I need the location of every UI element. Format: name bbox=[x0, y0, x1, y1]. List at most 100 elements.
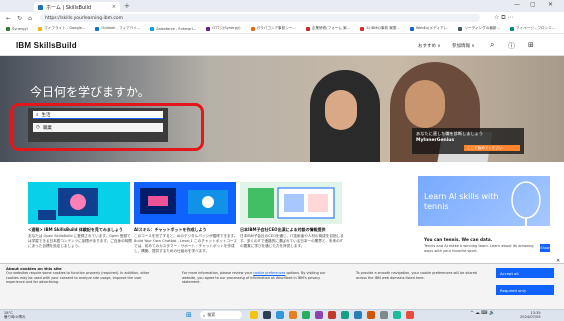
bookmark-favicon-icon bbox=[305, 26, 310, 31]
card-body-ceo-talk: 日本IBM子会社のCEOを通じ、IT技術者や人材の育成を目指します。多くのITで… bbox=[240, 234, 344, 248]
bookmark-label: Synergy! bbox=[12, 26, 29, 31]
bookmark-favicon-icon bbox=[509, 26, 514, 31]
bookmark-item[interactable]: Outlook - フィアバイ... bbox=[95, 26, 140, 31]
hero-photo-face-back bbox=[325, 90, 357, 130]
card-body-news: あなたは Open SkillsBuild に登録されています。Open 登録で… bbox=[28, 234, 132, 248]
bookmark-item[interactable]: OTTジ(Synergy) bbox=[206, 26, 241, 31]
header-link-recommend[interactable]: おすすめ ∨ bbox=[418, 43, 441, 49]
ceo-talk-illustration-icon bbox=[240, 182, 342, 224]
cookie-text-pre: For more information, please review your bbox=[182, 271, 253, 275]
help-icon[interactable]: ⓘ bbox=[508, 41, 515, 51]
reload-icon[interactable]: ↻ bbox=[17, 15, 22, 22]
close-icon[interactable]: ✕ bbox=[556, 258, 560, 264]
grid-icon[interactable]: ⊞ bbox=[528, 41, 534, 49]
card-image-ceo-talk[interactable] bbox=[240, 182, 342, 224]
bookmarks-bar: Synergy! マイフライト - Google... Outlook - フィアバ… bbox=[0, 24, 564, 34]
bookmark-item[interactable]: リーディングの最新... bbox=[458, 26, 500, 31]
bookmark-label: Outlook - フィアバイ... bbox=[101, 26, 141, 30]
site-logo[interactable]: IBM SkillsBuild bbox=[16, 41, 77, 50]
required-only-button[interactable]: Required only bbox=[496, 285, 554, 295]
taskbar-app-icon[interactable] bbox=[302, 311, 310, 319]
accept-all-button[interactable]: Accept all bbox=[496, 268, 554, 278]
bookmark-label: ガラパゴシア事前シー... bbox=[256, 26, 296, 30]
chatbot-illustration-icon bbox=[134, 182, 236, 224]
taskbar-search[interactable]: ⌕ 検索 bbox=[200, 311, 242, 319]
search-icon: ⌕ bbox=[203, 312, 206, 318]
card-title-news[interactable]: <速報> IBM SkillsBuild 体験記を見てみましょう bbox=[28, 227, 132, 233]
bookmark-item[interactable]: ①(IBMの事前 案更... bbox=[360, 26, 400, 31]
browser-tab[interactable]: ホーム | SkillsBuild × bbox=[34, 2, 120, 12]
bookmark-favicon-icon bbox=[250, 26, 255, 31]
home-icon[interactable]: ⌂ bbox=[28, 15, 32, 22]
cookie-preferences-link[interactable]: cookie preferences bbox=[253, 271, 285, 275]
minimize-icon[interactable]: — bbox=[514, 1, 520, 8]
header-link-participation[interactable]: 参加情報 ∨ bbox=[452, 43, 475, 49]
url-text: https://skills.yourlearning.ibm.com bbox=[45, 15, 124, 21]
card-title-ceo-talk[interactable]: 日本IBM子会社CEO出演による対談の情報提供 bbox=[240, 227, 344, 233]
taskbar-app-icon[interactable] bbox=[328, 311, 336, 319]
site-header bbox=[0, 36, 564, 56]
bookmark-label: マイページ - フロンエ... bbox=[515, 26, 556, 30]
windows-start-icon[interactable]: ⊞ bbox=[186, 311, 192, 319]
taskbar-app-icon[interactable] bbox=[263, 311, 271, 319]
maximize-icon[interactable]: ▢ bbox=[530, 1, 536, 8]
search-highlight-annotation bbox=[10, 103, 204, 151]
bookmark-item[interactable]: Synergy! bbox=[6, 26, 29, 31]
close-icon[interactable]: ✕ bbox=[548, 1, 553, 8]
bookmark-label: 企業研修(フォーム 案... bbox=[311, 26, 351, 30]
hero-title: 今日何を学びますか。 bbox=[30, 85, 150, 99]
bookmark-favicon-icon bbox=[458, 26, 463, 31]
bookmark-item[interactable]: Salesforce - Enterpri... bbox=[150, 26, 197, 31]
taskbar-app-icon[interactable] bbox=[289, 311, 297, 319]
slider-next-label: Show bbox=[540, 246, 550, 250]
taskbar-app-icon[interactable] bbox=[380, 311, 388, 319]
taskbar-app-icon[interactable] bbox=[406, 311, 414, 319]
taskbar-app-icon[interactable] bbox=[250, 311, 258, 319]
promo-start-button[interactable]: ここで始めてください bbox=[464, 145, 520, 151]
back-icon[interactable]: ← bbox=[6, 15, 11, 22]
bookmark-item[interactable]: マイページ - フロンエ... bbox=[509, 26, 556, 31]
bookmark-item[interactable]: WebEx(メディア)... bbox=[409, 26, 449, 31]
bookmark-item[interactable]: ガラパゴシア事前シー... bbox=[250, 26, 296, 31]
cookie-banner bbox=[0, 263, 564, 309]
news-illustration-icon bbox=[28, 182, 130, 224]
plus-icon[interactable]: + bbox=[124, 2, 130, 10]
ai-card-title: Learn AI skills with tennis bbox=[424, 192, 499, 211]
search-icon[interactable]: ⌕ bbox=[490, 40, 494, 50]
bookmark-favicon-icon bbox=[150, 26, 155, 31]
taskbar-app-icon[interactable] bbox=[276, 311, 284, 319]
taskbar-app-icon[interactable] bbox=[315, 311, 323, 319]
bookmark-label: マイフライト - Google... bbox=[44, 26, 86, 30]
bookmark-label: Salesforce - Enterpri... bbox=[156, 26, 197, 31]
taskbar-app-icon[interactable] bbox=[367, 311, 375, 319]
card-body-chatbot: このコースを完了すると、AIのデジタルバッジが獲得できます。Build Your… bbox=[134, 234, 238, 253]
taskbar-app-icon[interactable] bbox=[354, 311, 362, 319]
bookmark-favicon-icon bbox=[409, 26, 414, 31]
tab-close-icon[interactable]: × bbox=[112, 4, 116, 10]
bookmark-favicon-icon bbox=[6, 26, 10, 31]
promo-text: あなたに適した職を診断しましょう bbox=[416, 131, 484, 136]
bookmark-label: リーディングの最新... bbox=[464, 26, 500, 30]
card-title-chatbot[interactable]: AIスキル：チャットボットを作成しよう bbox=[134, 227, 238, 233]
bookmark-label: OTTジ(Synergy) bbox=[212, 26, 241, 30]
bookmark-favicon-icon bbox=[95, 26, 100, 31]
taskbar-app-icon[interactable] bbox=[341, 311, 349, 319]
system-tray-icons[interactable]: ^ ☁ ⌨ 🔊 bbox=[470, 311, 495, 316]
card-image-chatbot[interactable] bbox=[134, 182, 236, 224]
clock-date: 2024/07/05 bbox=[520, 315, 541, 319]
bookmark-item[interactable]: マイフライト - Google... bbox=[38, 26, 85, 31]
extensions-icon[interactable]: ☆ ⧉ ⋯ bbox=[494, 14, 513, 22]
taskbar-weather[interactable]: 28°C 曇り時々晴れ bbox=[4, 311, 26, 319]
card-image-news[interactable] bbox=[28, 182, 130, 224]
bookmark-label: ①(IBMの事前 案更... bbox=[366, 26, 400, 30]
ai-card-side-title: You can tennis. We can data. bbox=[424, 237, 493, 242]
slider-next-button[interactable]: Show bbox=[540, 244, 550, 252]
promo-brand: MyInnerGenius bbox=[416, 138, 455, 143]
taskbar-search-placeholder: 検索 bbox=[207, 312, 216, 317]
taskbar-clock[interactable]: 13:35 2024/07/05 bbox=[520, 311, 541, 319]
taskbar-app-icon[interactable] bbox=[393, 311, 401, 319]
bookmark-label: WebEx(メディア)... bbox=[415, 26, 449, 30]
url-bar[interactable]: https://skills.yourlearning.ibm.com bbox=[40, 14, 480, 22]
bookmark-favicon-icon bbox=[206, 26, 211, 31]
bookmark-item[interactable]: 企業研修(フォーム 案... bbox=[305, 26, 351, 31]
